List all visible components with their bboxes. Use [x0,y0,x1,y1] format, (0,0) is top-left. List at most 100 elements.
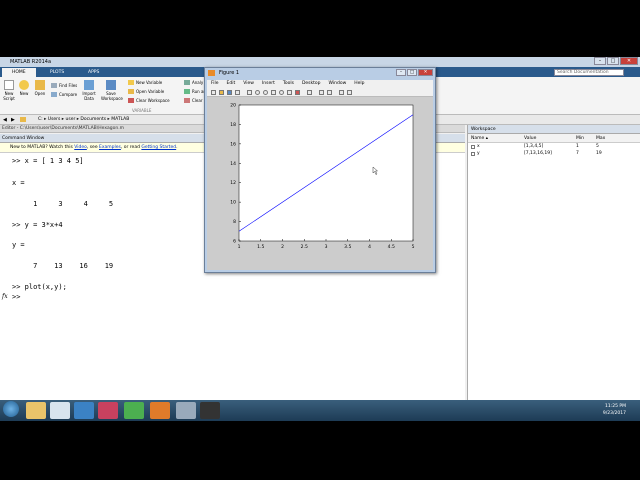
figure-minimize-button[interactable]: – [396,69,406,76]
open-button[interactable]: Open [33,80,47,96]
legend-icon[interactable] [327,90,332,95]
var-name: y [477,151,480,156]
new-script-button[interactable]: New Script [2,80,16,101]
explorer-taskbar-icon[interactable] [26,402,46,419]
data-cursor-icon[interactable] [287,90,292,95]
find-files-label: Find Files [59,83,78,88]
y-tick-label: 8 [233,219,236,225]
brush-icon[interactable] [295,90,300,95]
media-player-taskbar-icon[interactable] [50,402,70,419]
current-folder-path[interactable]: C: ▸ Users ▸ user ▸ Documents ▸ MATLAB [38,117,129,122]
internet-explorer-taskbar-icon[interactable] [74,402,94,419]
new-script-label: New Script [3,91,15,101]
new-variable-button[interactable]: New Variable [128,80,162,85]
figure-canvas[interactable]: 1 1.5 2 2.5 3 3.5 4 4.5 5 6 8 10 12 14 16 18 20 [207,97,433,270]
menu-window[interactable]: Window [329,80,347,88]
forward-arrow-icon[interactable]: ▶ [11,117,15,123]
clear-workspace-button[interactable]: Clear Workspace [128,98,170,103]
figure-taskbar-icon[interactable] [176,402,196,419]
analyze-code-button[interactable]: Analy [184,80,203,85]
maximize-button[interactable]: □ [607,57,619,65]
menu-desktop[interactable]: Desktop [302,80,321,88]
menu-insert[interactable]: Insert [262,80,275,88]
video-link[interactable]: Video [74,145,87,150]
colorbar-icon[interactable] [319,90,324,95]
command-prompt[interactable]: >> [12,293,20,301]
var-min: 7 [576,151,579,156]
var-max: 5 [596,144,599,149]
command-line-10: 7 13 16 19 [12,262,114,270]
back-arrow-icon[interactable]: ◀ [3,117,7,123]
workspace-row[interactable]: y [7,13,16,19] 7 19 [468,151,640,158]
column-min[interactable]: Min [576,134,584,143]
new-button[interactable]: New [18,80,30,96]
getting-started-link[interactable]: Getting Started [141,145,176,150]
close-button[interactable]: ✕ [620,57,638,65]
menu-edit[interactable]: Edit [227,80,236,88]
rotate-icon[interactable] [279,90,284,95]
save-workspace-button[interactable]: Save Workspace [101,80,123,101]
save-workspace-label: Save Workspace [101,91,123,101]
figure-toolbar [207,88,433,97]
command-line-2: x = [12,179,25,187]
print-icon[interactable] [235,90,240,95]
zoom-out-icon[interactable] [263,90,268,95]
notice-text-3: , or read [120,145,142,150]
matlab-taskbar-icon[interactable] [150,402,170,419]
chrome-taskbar-icon[interactable] [124,402,144,419]
y-tick-label: 10 [230,200,236,206]
open-file-icon[interactable] [219,90,224,95]
save-figure-icon[interactable] [227,90,232,95]
menu-view[interactable]: View [243,80,254,88]
figure-window-controls: – □ ✕ [396,69,433,76]
line-plot[interactable]: 1 1.5 2 2.5 3 3.5 4 4.5 5 6 8 10 12 14 16 18 20 [207,97,433,270]
import-icon [84,80,94,90]
system-clock[interactable]: 11:25 PM 9/23/2017 [603,403,626,417]
analyze-label: Analy [192,80,204,85]
tab-home[interactable]: HOME [2,68,36,77]
y-tick-label: 18 [230,122,236,128]
x-tick-label: 5 [412,244,415,250]
import-data-button[interactable]: Import Data [82,80,96,101]
fx-icon[interactable]: fx [2,293,8,300]
matlab-figure-icon [208,70,215,76]
menu-tools[interactable]: Tools [283,80,294,88]
find-files-button[interactable]: Find Files [51,83,77,88]
show-plot-tools-icon[interactable] [347,90,352,95]
workspace-row[interactable]: x [1,3,4,5] 1 5 [468,144,640,151]
x-tick-label: 2 [281,244,284,250]
figure-maximize-button[interactable]: □ [407,69,417,76]
pan-icon[interactable] [271,90,276,95]
compare-button[interactable]: Compare [51,92,77,97]
menu-help[interactable]: Help [354,80,364,88]
app-taskbar-icon[interactable] [98,402,118,419]
column-name[interactable]: Name ▴ [471,134,488,143]
notice-text: New to MATLAB? Watch this [10,145,75,150]
open-variable-label: Open Variable [136,89,165,94]
examples-link[interactable]: Examples [99,145,121,150]
open-variable-button[interactable]: Open Variable [128,89,164,94]
run-and-time-button[interactable]: Run an [184,89,206,94]
link-icon[interactable] [307,90,312,95]
minimize-button[interactable]: – [594,57,606,65]
tab-plots[interactable]: PLOTS [40,68,74,77]
figure-window[interactable]: Figure 1 – □ ✕ File Edit View Insert Too… [204,67,436,273]
search-input[interactable]: Search Documentation [554,69,624,76]
run-icon [184,89,190,94]
menu-file[interactable]: File [211,80,219,88]
column-value[interactable]: Value [524,134,536,143]
tab-apps[interactable]: APPS [78,68,109,77]
clear-commands-button[interactable]: Clear [184,98,202,103]
figure-close-button[interactable]: ✕ [418,69,433,76]
start-button[interactable] [3,401,19,417]
zoom-in-icon[interactable] [255,90,260,95]
new-figure-icon[interactable] [211,90,216,95]
open-label: Open [34,91,46,96]
camera-taskbar-icon[interactable] [200,402,220,419]
hide-plot-tools-icon[interactable] [339,90,344,95]
pointer-icon[interactable] [247,90,252,95]
notice-text-4: . [176,145,178,150]
column-max[interactable]: Max [596,134,605,143]
folder-icon[interactable] [20,117,26,122]
y-tick-label: 14 [230,161,236,167]
